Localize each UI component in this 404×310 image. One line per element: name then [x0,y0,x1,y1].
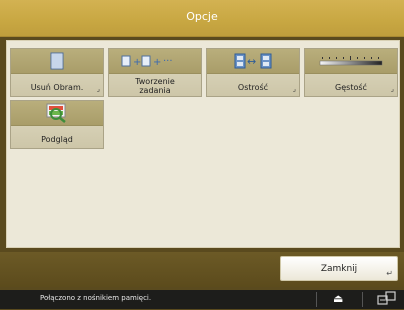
close-button-label: Zamknij [320,264,358,274]
tile-label: Gęstość [335,83,367,92]
tile-label: Ostrość [237,83,269,92]
title-bar: Opcje [0,0,404,37]
expand-corner-icon: ⌟ [292,85,296,93]
expand-corner-icon: ⌟ [96,85,100,93]
tile-preview[interactable]: Podgląd [10,100,104,149]
options-panel: Usuń Obram. ⌟ + + ··· Tworzenie zadania [6,40,400,248]
expand-corner-icon: ⌟ [390,85,394,93]
enter-icon: ↵ [386,269,393,278]
sharpness-icon: ↔ [207,49,299,74]
job-build-icon: + + ··· [109,49,201,74]
tile-sharpness[interactable]: ↔ Ostrość ⌟ [206,48,300,97]
tile-density[interactable]: Gęstość ⌟ [304,48,398,97]
svg-text:↔: ↔ [247,55,256,68]
density-icon [305,49,397,74]
svg-text:+: + [133,57,141,68]
tile-job-build[interactable]: + + ··· Tworzenie zadania [108,48,202,97]
tile-erase-frame[interactable]: Usuń Obram. ⌟ [10,48,104,97]
preview-icon [11,101,103,126]
svg-text:+: + [153,57,161,68]
divider [316,292,317,307]
svg-text:···: ··· [163,56,173,67]
tile-label: Podgląd [41,135,73,144]
page-title: Opcje [186,10,218,23]
status-message: Połączono z nośnikiem pamięci. [40,294,152,302]
tile-label: Usuń Obram. [30,83,84,92]
close-button[interactable]: Zamknij ↵ [280,256,398,281]
network-icon[interactable] [377,291,397,310]
page-icon [11,49,103,74]
tile-label: Tworzenie zadania [135,77,175,95]
eject-icon[interactable]: ⏏ [333,292,343,305]
divider [362,292,363,307]
options-screen: Opcje Usuń Obram. ⌟ + + ··· Tworzenie za… [0,0,404,309]
bottom-bar: Zamknij ↵ [0,252,404,287]
status-bar: Połączono z nośnikiem pamięci. ⏏ [0,290,404,309]
